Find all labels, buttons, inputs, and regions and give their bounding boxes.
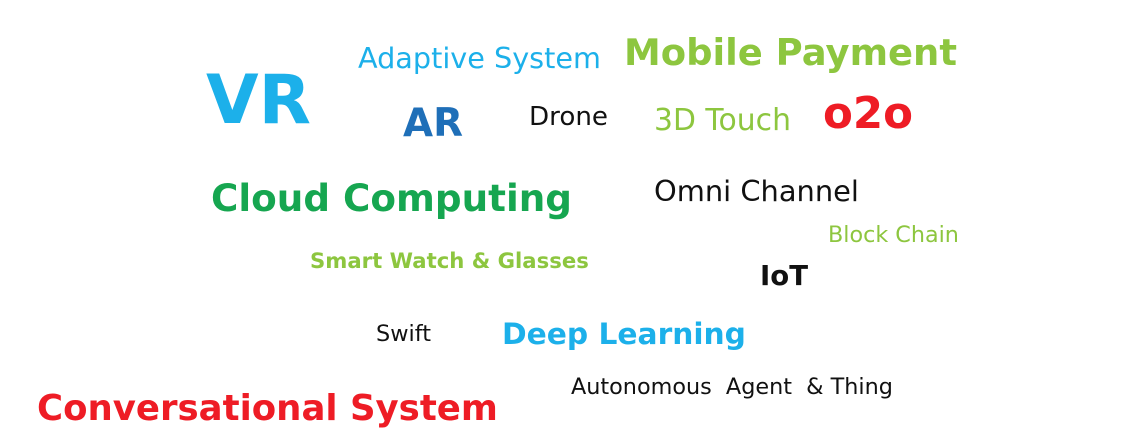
- word-drone: Drone: [529, 101, 608, 132]
- word-swift: Swift: [376, 321, 431, 348]
- word-iot: IoT: [760, 258, 808, 292]
- word-adaptive-system: Adaptive System: [358, 40, 601, 75]
- word-mobile-payment: Mobile Payment: [624, 31, 957, 75]
- word-autonomous-agent-thing: Autonomous Agent & Thing: [571, 374, 893, 401]
- word-cloud: VR Adaptive System Mobile Payment AR Drone 3D…: [0, 0, 1148, 439]
- word-3d-touch: 3D Touch: [654, 102, 791, 138]
- word-ar: AR: [403, 101, 463, 147]
- word-block-chain: Block Chain: [828, 222, 959, 249]
- word-vr: VR: [206, 61, 311, 141]
- word-conversational-system: Conversational System: [37, 388, 498, 430]
- word-omni-channel: Omni Channel: [654, 174, 859, 209]
- word-o2o: o2o: [823, 88, 913, 139]
- word-smart-watch-glasses: Smart Watch & Glasses: [310, 249, 589, 275]
- word-cloud-computing: Cloud Computing: [211, 175, 572, 220]
- word-deep-learning: Deep Learning: [502, 316, 746, 352]
